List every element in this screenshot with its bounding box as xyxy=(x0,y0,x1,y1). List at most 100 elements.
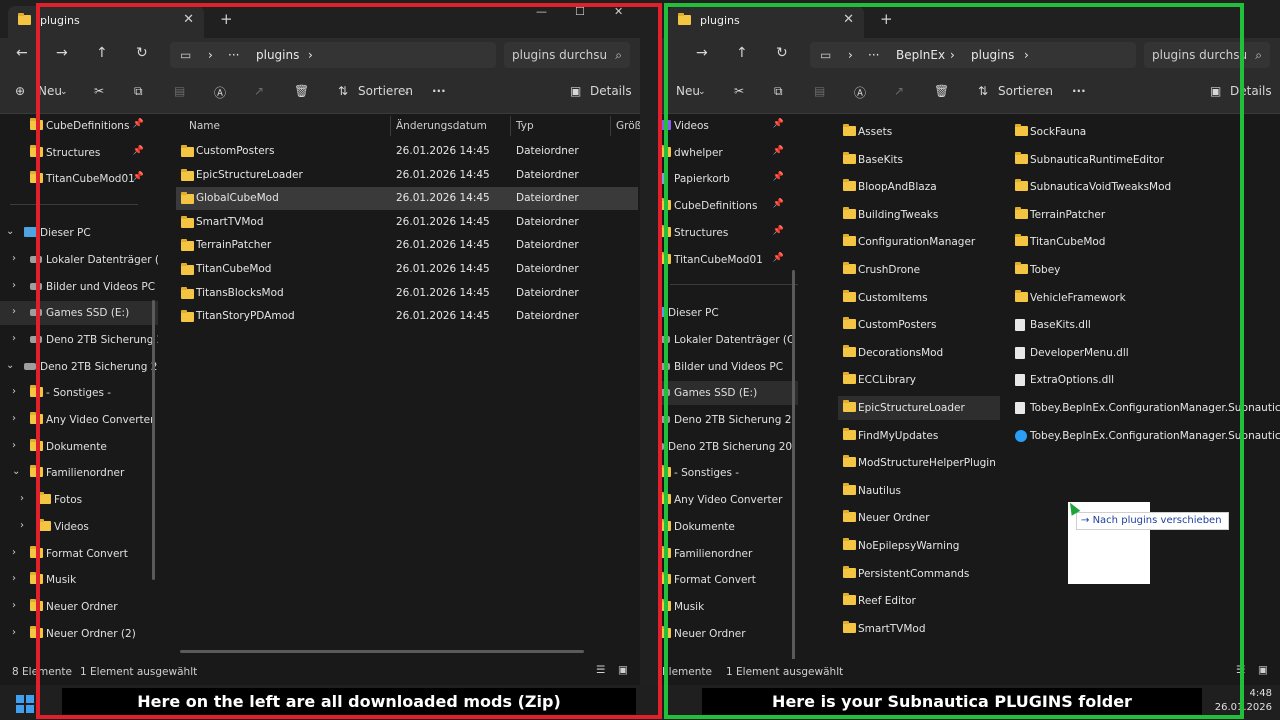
nav-item[interactable]: › Musik xyxy=(0,568,158,592)
nav-item[interactable]: › Fotos xyxy=(0,488,158,512)
delete-icon[interactable]: 🗑 xyxy=(294,84,309,98)
nav-item[interactable]: ⌄Dieser PC xyxy=(660,301,798,325)
table-row[interactable]: TerrainPatcher 26.01.2026 14:45 Dateiordne… xyxy=(176,234,638,257)
chevron-right-icon[interactable]: › xyxy=(12,413,16,424)
details-button[interactable]: Details xyxy=(590,84,632,98)
list-scrollbar[interactable] xyxy=(180,650,584,653)
nav-item[interactable]: Structures 📌 xyxy=(660,221,798,245)
list-item[interactable]: DeveloperMenu.dll xyxy=(1010,341,1270,365)
chevron-right-icon[interactable]: › xyxy=(20,493,24,504)
nav-item[interactable]: › - Sonstiges - xyxy=(0,381,158,405)
left-address-bar[interactable]: ▭ › ··· plugins › xyxy=(170,42,496,68)
chevron-down-icon[interactable]: ⌄ xyxy=(6,360,14,371)
nav-item[interactable]: ⌄ Familienordner xyxy=(0,461,158,485)
list-item[interactable]: Assets xyxy=(838,120,1000,144)
nav-item[interactable]: › Deno 2TB Sicherung 2 xyxy=(0,328,158,352)
new-tab-icon[interactable]: + xyxy=(880,10,893,28)
rename-icon[interactable]: Ⓐ xyxy=(214,84,226,101)
minimize-icon[interactable]: — xyxy=(536,5,547,18)
copy-icon[interactable]: ⧉ xyxy=(774,84,783,99)
column-size[interactable]: Größe xyxy=(616,120,640,132)
refresh-icon[interactable]: ↻ xyxy=(776,45,788,61)
right-search-input[interactable]: plugins durchsu ⌕ xyxy=(1144,42,1270,68)
nav-item[interactable]: ⌄Deno 2TB Sicherung 20 xyxy=(660,435,798,459)
nav-item[interactable]: Structures 📌 xyxy=(0,141,158,165)
ellipsis-icon[interactable]: ··· xyxy=(228,48,239,62)
chevron-down-icon[interactable]: ⌄ xyxy=(12,466,20,477)
table-row[interactable]: CustomPosters 26.01.2026 14:45 Dateiordner xyxy=(176,140,638,163)
list-item[interactable]: Tobey xyxy=(1010,258,1270,282)
chevron-right-icon[interactable]: › xyxy=(12,333,16,344)
chevron-right-icon[interactable]: › xyxy=(20,520,24,531)
chevron-right-icon[interactable]: › xyxy=(12,386,16,397)
left-tab[interactable]: plugins ✕ xyxy=(8,6,204,38)
table-row[interactable]: SmartTVMod 26.01.2026 14:45 Dateiordner xyxy=(176,211,638,234)
nav-item[interactable]: Papierkorb 📌 xyxy=(660,167,798,191)
chevron-right-icon[interactable]: › xyxy=(12,600,16,611)
list-item[interactable]: Nautilus xyxy=(838,479,1000,503)
nav-item[interactable]: dwhelper 📌 xyxy=(660,141,798,165)
nav-item[interactable]: CubeDefinitions 📌 xyxy=(660,194,798,218)
windows-start-icon[interactable] xyxy=(16,695,34,713)
close-tab-icon[interactable]: ✕ xyxy=(183,12,194,27)
nav-item[interactable]: ⌄Deno 2TB Sicherung 20 xyxy=(0,355,158,379)
forward-icon[interactable]: → xyxy=(696,45,708,61)
list-item[interactable]: Tobey.BepInEx.ConfigurationManager.Subna… xyxy=(1010,424,1280,448)
column-name[interactable]: Name xyxy=(189,120,220,132)
chevron-right-icon[interactable]: › xyxy=(12,440,16,451)
list-item[interactable]: SockFauna xyxy=(1010,120,1270,144)
paste-icon[interactable]: ▤ xyxy=(814,84,825,98)
nav-item[interactable]: › Videos xyxy=(0,515,158,539)
nav-item[interactable]: ›Lokaler Datenträger (C xyxy=(660,328,798,352)
nav-item[interactable]: ›Format Convert xyxy=(660,568,798,592)
details-button[interactable]: Details xyxy=(1230,84,1272,98)
list-item[interactable]: CrushDrone xyxy=(838,258,1000,282)
nav-item[interactable]: CubeDefinitions 📌 xyxy=(0,114,158,138)
list-item[interactable]: DecorationsMod xyxy=(838,341,1000,365)
list-item[interactable]: EpicStructureLoader xyxy=(838,396,1000,420)
table-row[interactable]: TitansBlocksMod 26.01.2026 14:45 Dateiordn… xyxy=(176,282,638,305)
cut-icon[interactable]: ✂ xyxy=(94,84,104,98)
left-search-input[interactable]: plugins durchsu ⌕ xyxy=(504,42,630,68)
list-item[interactable]: Tobey.BepInEx.ConfigurationManager.Subna… xyxy=(1010,396,1280,420)
list-item[interactable]: ExtraOptions.dll xyxy=(1010,368,1270,392)
list-item[interactable]: TerrainPatcher xyxy=(1010,203,1270,227)
up-icon[interactable]: ↑ xyxy=(96,45,108,61)
new-button[interactable]: Neu xyxy=(676,84,700,98)
nav-item[interactable]: ›Familienordner xyxy=(660,542,798,566)
share-icon[interactable]: ↗ xyxy=(894,84,904,98)
nav-item[interactable]: ›Neuer Ordner xyxy=(660,622,798,646)
nav-item[interactable]: ›Any Video Converter xyxy=(0,408,158,432)
list-item[interactable]: BuildingTweaks xyxy=(838,203,1000,227)
details-view-icon[interactable]: ☰ xyxy=(1236,664,1245,676)
nav-scrollbar[interactable] xyxy=(792,270,795,660)
breadcrumb-plugins[interactable]: plugins xyxy=(256,48,299,62)
breadcrumb-plugins[interactable]: plugins xyxy=(971,48,1014,62)
paste-icon[interactable]: ▤ xyxy=(174,84,185,98)
list-item[interactable]: BaseKits.dll xyxy=(1010,313,1270,337)
taskbar-clock[interactable]: 4:48 26.01.2026 xyxy=(1215,687,1272,715)
right-address-bar[interactable]: ▭ › ··· BepInEx › plugins › xyxy=(810,42,1136,68)
list-item[interactable]: Neuer Ordner xyxy=(838,506,1000,530)
up-icon[interactable]: ↑ xyxy=(736,45,748,61)
nav-item[interactable]: ›Format Convert xyxy=(0,542,158,566)
chevron-right-icon[interactable]: › xyxy=(12,280,16,291)
cut-icon[interactable]: ✂ xyxy=(734,84,744,98)
forward-icon[interactable]: → xyxy=(56,45,68,61)
list-item[interactable]: TitanCubeMod xyxy=(1010,230,1270,254)
table-row[interactable]: GlobalCubeMod 26.01.2026 14:45 Dateiordner xyxy=(176,187,638,211)
nav-item[interactable]: ›Any Video Converter xyxy=(660,488,798,512)
nav-item[interactable]: TitanCubeMod01 📌 xyxy=(0,167,158,191)
list-item[interactable]: FindMyUpdates xyxy=(838,424,1000,448)
nav-item[interactable]: ›Bilder und Videos PC xyxy=(0,275,158,299)
chevron-right-icon[interactable]: › xyxy=(12,573,16,584)
nav-item[interactable]: ›Bilder und Videos PC xyxy=(660,355,798,379)
list-item[interactable]: NoEpilepsyWarning xyxy=(838,534,1000,558)
chevron-right-icon[interactable]: › xyxy=(12,306,16,317)
list-item[interactable]: BloopAndBlaza xyxy=(838,175,1000,199)
list-item[interactable]: ConfigurationManager xyxy=(838,230,1000,254)
details-view-icon[interactable]: ☰ xyxy=(596,664,605,676)
ellipsis-icon[interactable]: ··· xyxy=(868,48,879,62)
nav-item[interactable]: ›Games SSD (E:) xyxy=(660,381,798,406)
nav-item[interactable]: ⌄Dieser PC xyxy=(0,221,158,245)
